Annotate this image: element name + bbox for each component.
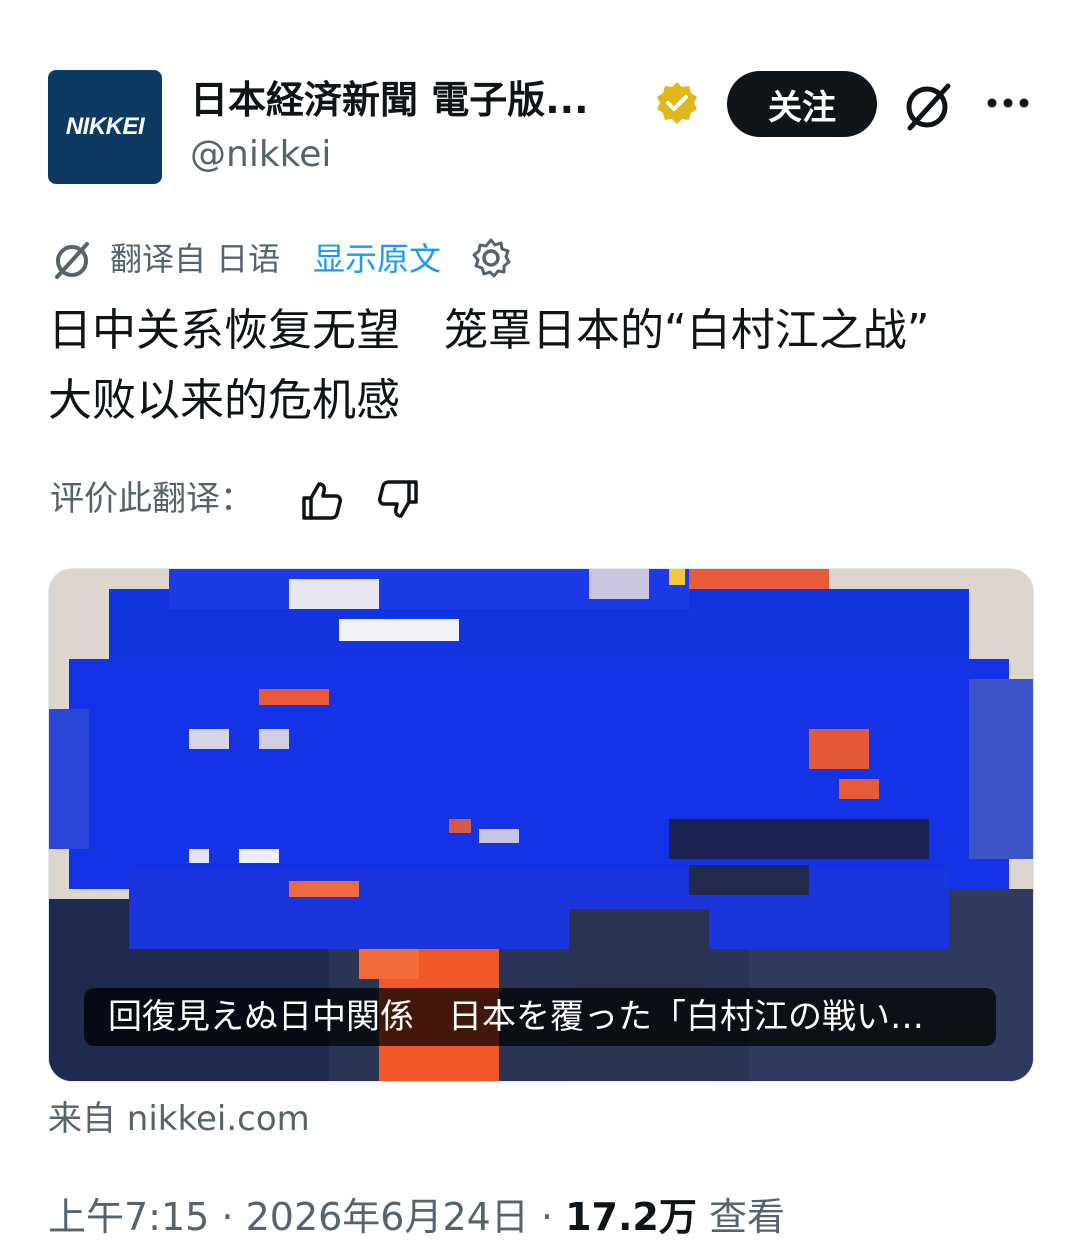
views-label: 查看 bbox=[708, 1195, 785, 1239]
view-count: 17.2万 bbox=[565, 1195, 697, 1239]
meta-separator-2: · bbox=[528, 1195, 566, 1239]
card-headline: 回復見えぬ日中関係 日本を覆った「白村江の戦い… bbox=[84, 988, 996, 1046]
post-date[interactable]: 2026年6月24日 bbox=[246, 1195, 529, 1239]
meta-separator: · bbox=[209, 1195, 246, 1239]
post-text-line-1: 日中关系恢复无望 笼罩日本的“白村江之战” bbox=[48, 305, 930, 356]
translated-from-label: 翻译自 日语 bbox=[110, 240, 281, 278]
show-original-link[interactable]: 显示原文 bbox=[313, 236, 441, 282]
post-time[interactable]: 上午7:15 bbox=[48, 1195, 209, 1239]
verified-badge-icon bbox=[657, 82, 697, 124]
more-icon[interactable] bbox=[984, 88, 1032, 118]
follow-button[interactable]: 关注 bbox=[727, 71, 877, 137]
grok-icon[interactable] bbox=[900, 78, 956, 134]
translate-icon bbox=[55, 242, 89, 279]
thumb-down-icon[interactable] bbox=[374, 476, 422, 524]
rate-translation-label: 评价此翻译： bbox=[50, 479, 254, 519]
card-source[interactable]: 来自 nikkei.com bbox=[48, 1094, 310, 1144]
account-handle[interactable]: @nikkei bbox=[190, 132, 331, 178]
post-text: 日中关系恢复无望 笼罩日本的“白村江之战” 大败以来的危机感 bbox=[48, 296, 1038, 436]
thumb-up-icon[interactable] bbox=[298, 476, 346, 524]
account-avatar[interactable]: NIKKEI bbox=[48, 70, 162, 184]
display-name[interactable]: 日本経済新聞 電子版... bbox=[190, 74, 630, 126]
post-meta: 上午7:15 · 2026年6月24日 · 17.2万 查看 bbox=[48, 1190, 785, 1244]
avatar-logo-text: NIKKEI bbox=[65, 113, 145, 140]
post-text-line-2: 大败以来的危机感 bbox=[48, 375, 400, 426]
gear-icon[interactable] bbox=[470, 237, 512, 279]
